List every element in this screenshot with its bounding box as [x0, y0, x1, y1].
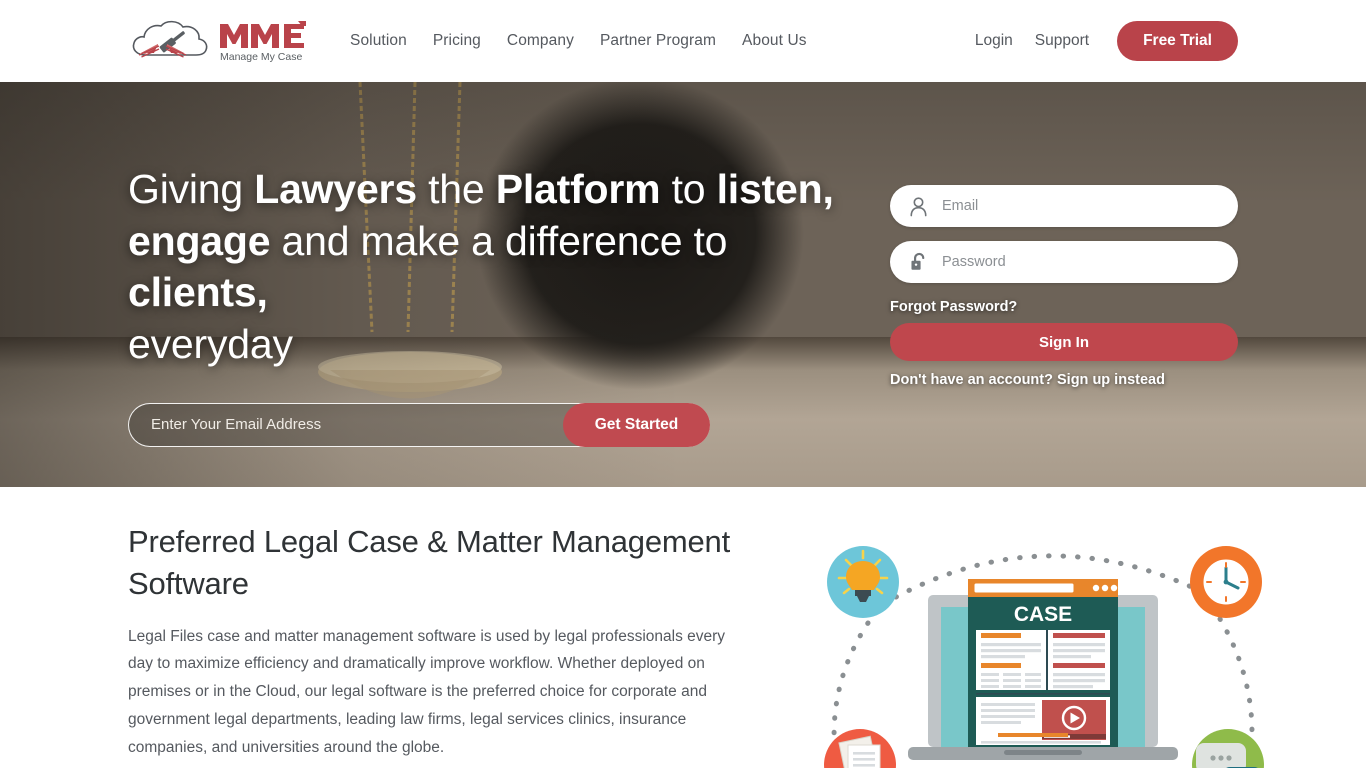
intro-section: Preferred Legal Case & Matter Management…: [0, 487, 1366, 768]
case-management-illustration: CASE: [824, 546, 1264, 768]
login-link[interactable]: Login: [975, 32, 1013, 50]
intro-illustration-column: CASE: [808, 521, 1278, 768]
sign-up-link[interactable]: Don't have an account? Sign up instead: [890, 372, 1238, 388]
nav-link-pricing[interactable]: Pricing: [433, 32, 481, 50]
nav-link-solution[interactable]: Solution: [350, 32, 407, 50]
password-field-wrapper: [890, 241, 1238, 283]
email-input[interactable]: [890, 185, 1238, 227]
sign-in-button[interactable]: Sign In: [890, 323, 1238, 361]
hero-signup-form: Get Started: [128, 402, 710, 447]
laptop-graphic: CASE: [908, 579, 1178, 760]
section-title: Preferred Legal Case & Matter Management…: [128, 524, 730, 601]
chat-bubbles-icon: [1192, 729, 1264, 768]
hero-title-line-1: Giving Lawyers the Platform to listen,: [128, 166, 834, 212]
section-body: Legal Files case and matter management s…: [128, 627, 726, 756]
brand-logo[interactable]: Manage My Case: [128, 17, 318, 65]
header-actions: Login Support Free Trial: [975, 21, 1238, 61]
nav-link-company[interactable]: Company: [507, 32, 574, 50]
svg-text:Manage My Case: Manage My Case: [220, 51, 302, 63]
email-field-wrapper: [890, 185, 1238, 227]
hero-section: Giving Lawyers the Platform to listen, e…: [0, 82, 1366, 487]
get-started-button[interactable]: Get Started: [563, 402, 710, 447]
nav-link-partner-program[interactable]: Partner Program: [600, 32, 716, 50]
lightbulb-icon: [827, 546, 899, 618]
clock-icon: [1190, 546, 1262, 618]
main-navigation: Solution Pricing Company Partner Program…: [350, 32, 807, 50]
hero-title-line-2: engage and make a difference to clients,: [128, 217, 728, 316]
free-trial-button[interactable]: Free Trial: [1117, 21, 1238, 61]
password-input[interactable]: [890, 241, 1238, 283]
hero-title-line-3: everyday: [128, 320, 293, 367]
support-link[interactable]: Support: [1035, 32, 1089, 50]
nav-link-about-us[interactable]: About Us: [742, 32, 807, 50]
login-panel: Forgot Password? Sign In Don't have an a…: [890, 82, 1238, 388]
forgot-password-link[interactable]: Forgot Password?: [890, 299, 1017, 315]
hero-title: Giving Lawyers the Platform to listen, e…: [128, 164, 848, 371]
site-header: Manage My Case Solution Pricing Company …: [0, 0, 1366, 82]
cloud-gavel-logo-icon: [132, 20, 208, 58]
illustration-screen-label: CASE: [1014, 603, 1072, 626]
hero-copy: Giving Lawyers the Platform to listen, e…: [128, 82, 848, 447]
intro-text-column: Preferred Legal Case & Matter Management…: [128, 521, 768, 768]
brand-wordmark-icon: Manage My Case: [220, 21, 306, 63]
